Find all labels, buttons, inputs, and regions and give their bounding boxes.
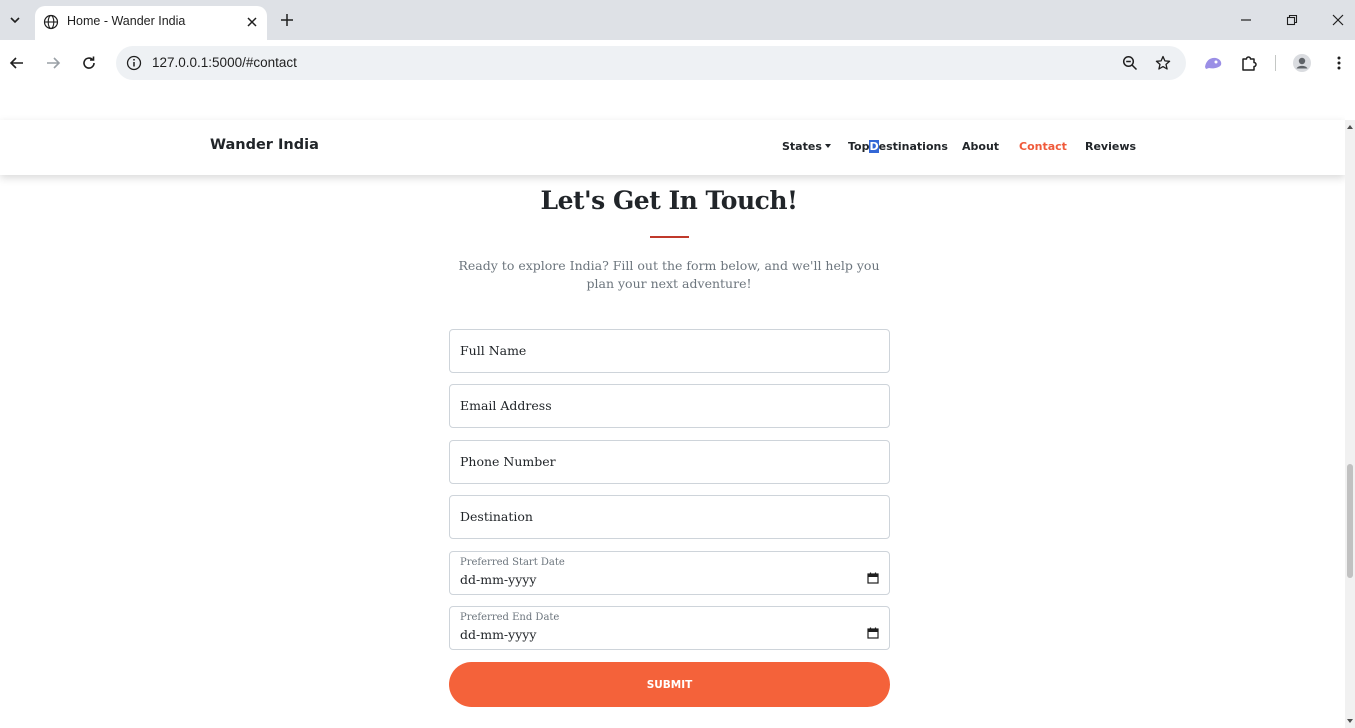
nav-top-destinations[interactable]: TopDestinations [848,140,948,153]
start-date-value: dd-mm-yyyy [460,572,537,587]
nav-top-destinations-text-end: estinations [878,140,948,153]
zoom-out-icon [1122,55,1138,71]
phone-placeholder: Phone Number [460,454,556,469]
contact-heading: Let's Get In Touch! [540,186,798,215]
plus-icon [281,14,293,26]
close-icon [247,17,257,27]
tab-title: Home - Wander India [67,14,186,28]
destination-field[interactable]: Destination [449,495,890,539]
bookmark-button[interactable] [1151,51,1175,75]
more-vertical-icon [1337,56,1341,70]
phone-field[interactable]: Phone Number [449,440,890,484]
caret-down-icon [824,144,831,148]
info-icon [126,55,142,71]
heading-divider [650,236,689,238]
nav-top-destinations-text-start: Top [848,140,870,153]
end-date-value: dd-mm-yyyy [460,627,537,642]
arrow-right-icon [47,57,61,69]
new-tab-button[interactable] [276,9,298,31]
browser-toolbar: 127.0.0.1:5000/#contact [0,40,1355,86]
scroll-down-arrow-icon[interactable] [1345,716,1355,726]
close-window-button[interactable] [1326,8,1350,32]
nav-states-dropdown[interactable]: States [782,140,831,153]
email-placeholder: Email Address [460,398,552,413]
page-scrollbar[interactable] [1345,120,1355,728]
calendar-icon[interactable] [867,572,879,584]
back-button[interactable] [5,51,29,75]
browser-tab[interactable]: Home - Wander India [35,6,267,40]
arrow-left-icon [9,57,23,69]
submit-button[interactable]: SUBMIT [449,662,890,707]
browser-tab-strip: Home - Wander India [0,0,1355,40]
start-date-field[interactable]: Preferred Start Date dd-mm-yyyy [449,551,890,595]
toolbar-separator [1275,55,1276,71]
extension-logo-icon [1205,57,1222,69]
site-info-button[interactable] [122,51,146,75]
end-date-field[interactable]: Preferred End Date dd-mm-yyyy [449,606,890,650]
close-icon [1332,14,1344,26]
restore-icon [1286,14,1298,26]
reload-icon [83,56,95,69]
site-navbar: Wander India States TopDestinations Abou… [0,120,1345,175]
forward-button[interactable] [41,51,65,75]
address-bar[interactable]: 127.0.0.1:5000/#contact [116,46,1186,80]
nav-about[interactable]: About [962,140,999,153]
extension-button[interactable] [1201,51,1225,75]
tab-search-button[interactable] [4,9,26,31]
end-date-label: Preferred End Date [460,612,560,623]
text-selection: D [869,140,879,153]
page-viewport: Wander India States TopDestinations Abou… [0,86,1345,728]
chevron-down-icon [10,17,20,24]
site-brand[interactable]: Wander India [210,137,319,153]
profile-button[interactable] [1290,51,1314,75]
nav-states-label: States [782,140,822,153]
nav-contact[interactable]: Contact [1019,140,1067,153]
reload-button[interactable] [77,51,101,75]
scrollbar-thumb[interactable] [1347,464,1353,578]
browser-menu-button[interactable] [1327,51,1351,75]
destination-placeholder: Destination [460,509,533,524]
extensions-menu-button[interactable] [1237,51,1261,75]
tab-close-button[interactable] [243,13,261,31]
full-name-field[interactable]: Full Name [449,329,890,373]
scroll-up-arrow-icon[interactable] [1345,122,1355,132]
nav-reviews[interactable]: Reviews [1085,140,1136,153]
start-date-label: Preferred Start Date [460,557,565,568]
star-icon [1155,55,1171,70]
calendar-icon[interactable] [867,627,879,639]
restore-button[interactable] [1280,8,1304,32]
zoom-button[interactable] [1118,51,1142,75]
avatar-icon [1293,54,1311,72]
minimize-button[interactable] [1234,8,1258,32]
full-name-placeholder: Full Name [460,343,527,358]
minimize-icon [1241,19,1251,21]
url-text[interactable]: 127.0.0.1:5000/#contact [152,55,297,70]
globe-icon [43,14,59,30]
email-field[interactable]: Email Address [449,384,890,428]
contact-subtitle: Ready to explore India? Fill out the for… [458,258,880,291]
puzzle-icon [1242,56,1257,71]
